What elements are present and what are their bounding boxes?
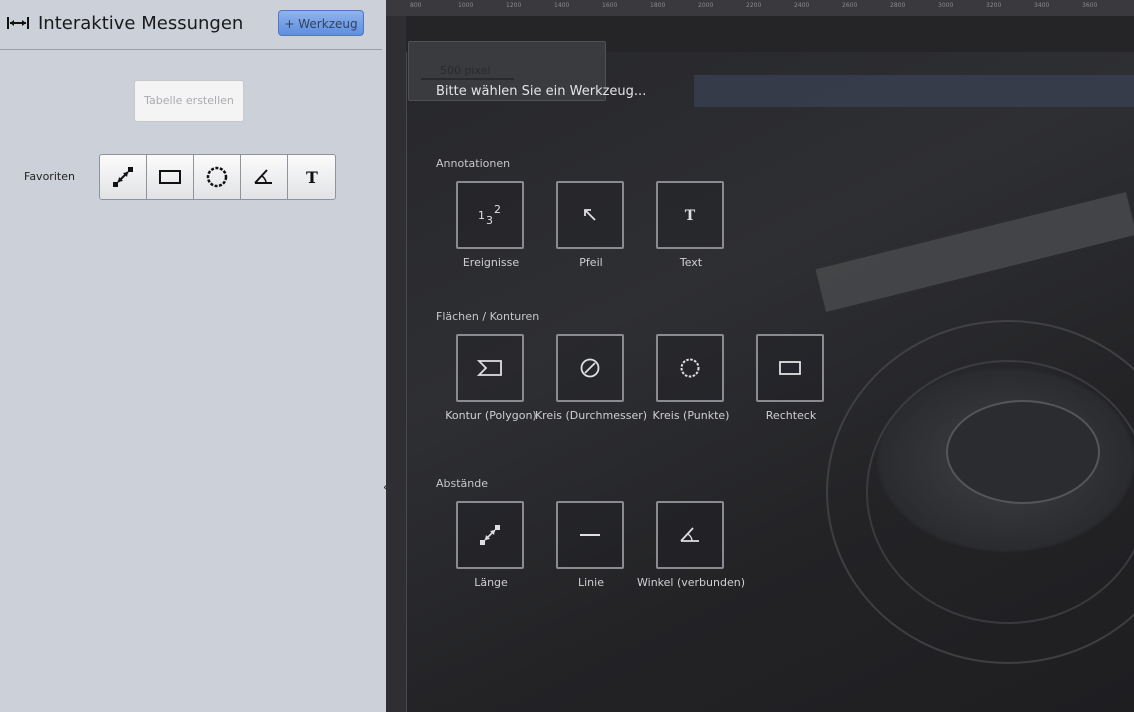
text-icon: T (306, 168, 318, 186)
line-icon (580, 534, 600, 536)
tool-rectangle-button[interactable] (756, 334, 824, 402)
tool-arrow-button[interactable] (556, 181, 624, 249)
tool-text-label: Text (679, 256, 703, 269)
svg-text:T: T (306, 168, 318, 186)
favorite-angle-button[interactable] (241, 155, 288, 199)
arrow-icon (584, 209, 596, 221)
objective-lens (946, 400, 1100, 504)
favorite-text-button[interactable]: T (288, 155, 335, 199)
image-canvas: 800 1000 1200 1400 1600 1800 2000 2200 2400 2600 2… (386, 0, 1134, 712)
svg-text:2: 2 (494, 203, 501, 216)
tool-angle-button[interactable] (656, 501, 724, 569)
ruler-tick-label: 1200 (506, 2, 522, 9)
ruler-tick-label: 2200 (746, 2, 762, 9)
scale-bar-label: 500 pixel (440, 64, 491, 77)
rectangle-icon (779, 361, 801, 375)
circle-points-icon (206, 166, 228, 188)
add-tool-button[interactable]: + Werkzeug (278, 10, 364, 36)
rectangle-icon (159, 170, 181, 184)
section-label-areas: Flächen / Konturen (436, 310, 540, 323)
favorites-toolbar: T (99, 154, 336, 200)
horizontal-measure-icon (7, 17, 29, 29)
section-label-distances: Abstände (436, 477, 489, 490)
tool-text-button[interactable]: T (656, 181, 724, 249)
horizontal-ruler: 800 1000 1200 1400 1600 1800 2000 2200 2400 2600 2… (386, 0, 1134, 17)
ruler-tick-label: 2000 (698, 2, 714, 9)
ruler-tick-label: 3200 (986, 2, 1002, 9)
length-icon (480, 525, 500, 545)
svg-text:1: 1 (478, 209, 485, 222)
polygon-icon (477, 360, 502, 376)
tool-angle-label: Winkel (verbunden) (637, 576, 745, 589)
ruler-tick-label: 800 (410, 2, 422, 9)
create-table-button[interactable]: Tabelle erstellen (134, 80, 244, 122)
circle-points-icon (680, 358, 700, 378)
panel-header: Interaktive Messungen + Werkzeug (0, 0, 382, 50)
ruler-tick-label: 1800 (650, 2, 666, 9)
circle-diameter-icon (580, 358, 600, 378)
ruler-tick-label: 1600 (602, 2, 618, 9)
favorites-label: Favoriten (24, 170, 75, 183)
tool-polygon-button[interactable] (456, 334, 524, 402)
angle-icon (680, 527, 699, 542)
favorite-circle-button[interactable] (194, 155, 241, 199)
vertical-ruler (386, 16, 407, 712)
ruler-tick-label: 2400 (794, 2, 810, 9)
svg-text:T: T (685, 208, 696, 224)
tool-rectangle-label: Rechteck (765, 409, 817, 422)
info-bar (694, 75, 1134, 107)
ruler-tick-label: 3000 (938, 2, 954, 9)
measurement-panel: Interaktive Messungen + Werkzeug Tabelle… (0, 0, 388, 712)
tool-length-button[interactable] (456, 501, 524, 569)
text-icon: T (685, 208, 696, 224)
favorite-rectangle-button[interactable] (147, 155, 194, 199)
favorite-length-button[interactable] (100, 155, 147, 199)
ruler-tick-label: 1000 (458, 2, 474, 9)
angle-icon (254, 169, 272, 184)
svg-text:3: 3 (486, 214, 493, 227)
microscope-slide (815, 191, 1134, 313)
section-label-annotations: Annotationen (436, 157, 511, 170)
panel-title: Interaktive Messungen (38, 13, 244, 34)
length-icon (113, 167, 133, 187)
tool-select-prompt: Bitte wählen Sie ein Werkzeug... (436, 84, 647, 99)
event-counter-icon: 1 3 2 (478, 203, 501, 227)
scale-bar (421, 78, 514, 80)
ruler-tick-label: 2800 (890, 2, 906, 9)
ruler-tick-label: 1400 (554, 2, 570, 9)
tool-circle-points-button[interactable] (656, 334, 724, 402)
ruler-tick-label: 3600 (1082, 2, 1098, 9)
ruler-tick-label: 2600 (842, 2, 858, 9)
tool-events-button[interactable]: 1 3 2 (456, 181, 524, 249)
ruler-tick-label: 3400 (1034, 2, 1050, 9)
tool-line-button[interactable] (556, 501, 624, 569)
tool-circle-diameter-button[interactable] (556, 334, 624, 402)
